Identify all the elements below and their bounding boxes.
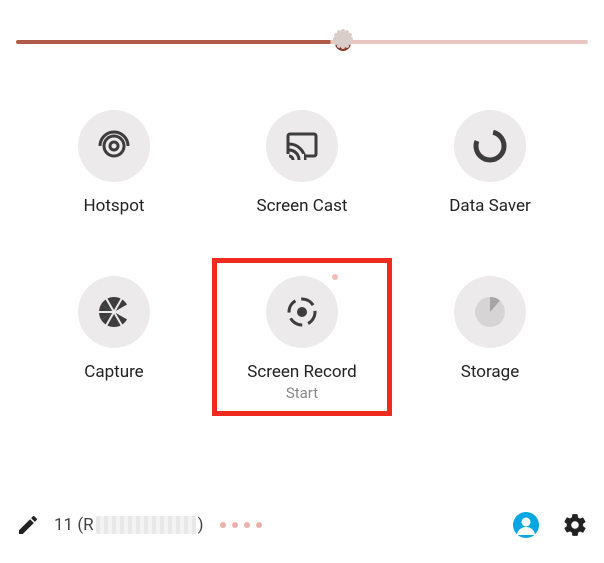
tile-hotspot[interactable]: Hotspot [20,110,208,216]
quick-settings-grid: Hotspot Screen Cast Data Saver [0,110,604,402]
tile-label: Data Saver [449,196,531,216]
hotspot-icon [78,110,150,182]
tile-storage[interactable]: Storage [396,276,584,402]
tile-label: Capture [84,362,143,382]
tile-capture[interactable]: Capture [20,276,208,402]
page-indicator[interactable] [220,522,262,528]
bottom-bar: 11 (R ) [16,507,588,543]
tile-screen-record[interactable]: Screen Record Start [208,276,396,402]
edit-icon[interactable] [16,513,40,537]
tile-label: Storage [461,362,519,382]
brightness-slider-track[interactable] [16,40,588,44]
tile-sublabel: Start [286,384,318,402]
settings-icon[interactable] [562,512,588,538]
aperture-icon [78,276,150,348]
notification-dot [332,274,338,280]
tile-label: Hotspot [84,196,145,216]
version-text: 11 (R ) [54,515,204,535]
redacted-text [96,516,196,534]
tile-label: Screen Record [247,362,357,382]
data-saver-icon [454,110,526,182]
brightness-slider-thumb[interactable] [326,26,360,60]
tile-data-saver[interactable]: Data Saver [396,110,584,216]
record-icon [266,276,338,348]
tile-label: Screen Cast [257,196,348,216]
storage-pie-icon [454,276,526,348]
account-icon[interactable] [512,511,540,539]
tile-screen-cast[interactable]: Screen Cast [208,110,396,216]
cast-icon [266,110,338,182]
